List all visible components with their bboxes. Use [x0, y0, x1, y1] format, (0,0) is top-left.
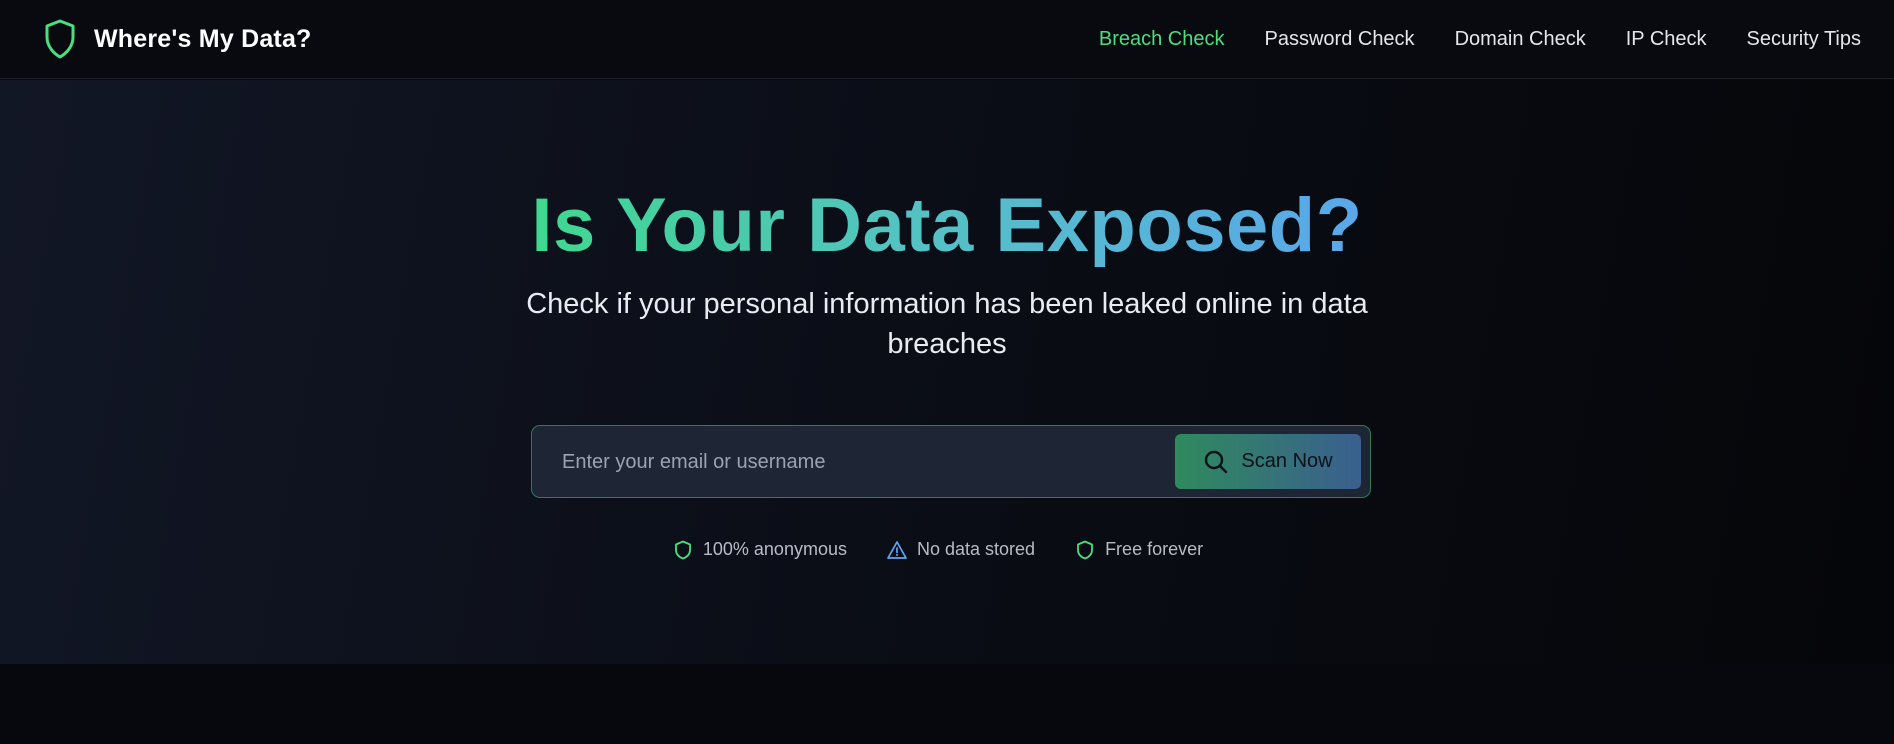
top-navbar: Where's My Data? Breach Check Password C…: [0, 0, 1894, 79]
feature-label: 100% anonymous: [702, 539, 847, 559]
email-username-input[interactable]: [562, 442, 1162, 482]
feature-no-data-stored: No data stored: [887, 539, 1035, 560]
brand-logo[interactable]: Where's My Data?: [44, 19, 312, 59]
hero-section: Is Your Data Exposed? Check if your pers…: [0, 80, 1894, 664]
feature-list: 100% anonymous No data stored Free forev…: [0, 539, 1894, 560]
hero-title-text: Is Your Data Exposed?: [531, 183, 1363, 268]
feature-label: Free forever: [1105, 539, 1204, 559]
nav-security-tips[interactable]: Security Tips: [1747, 28, 1861, 51]
hero-subtitle: Check if your personal information has b…: [526, 288, 1368, 360]
feature-anonymous: 100% anonymous: [673, 539, 847, 560]
nav-domain-check[interactable]: Domain Check: [1455, 28, 1586, 51]
feature-free-forever: Free forever: [1075, 539, 1203, 560]
nav-password-check[interactable]: Password Check: [1265, 28, 1415, 51]
shield-icon: [674, 540, 691, 559]
nav-breach-check[interactable]: Breach Check: [1099, 28, 1225, 51]
search-icon: [1205, 450, 1228, 473]
feature-label: No data stored: [916, 539, 1036, 559]
scan-now-button[interactable]: Scan Now: [1175, 434, 1361, 489]
search-bar: Scan Now: [531, 425, 1371, 498]
shield-icon: [1077, 540, 1093, 559]
shield-icon: [45, 19, 75, 59]
scan-now-label: Scan Now: [1241, 450, 1333, 472]
warning-icon: [887, 540, 907, 559]
hero-title: Is Your Data Exposed?: [0, 180, 1894, 271]
brand-name: Where's My Data?: [94, 24, 312, 53]
nav-ip-check[interactable]: IP Check: [1626, 28, 1707, 51]
main-nav: Breach Check Password Check Domain Check…: [1099, 0, 1861, 79]
